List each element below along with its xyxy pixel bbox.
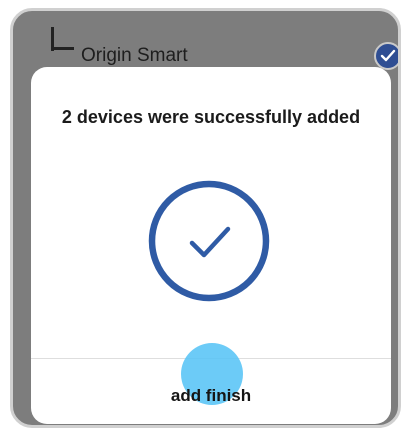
dialog-title: 2 devices were successfully added — [61, 107, 361, 127]
add-finish-button[interactable]: add finish — [31, 343, 391, 424]
success-dialog: 2 devices were successfully added add fi… — [31, 67, 391, 424]
device-name: Origin Smart — [81, 45, 188, 66]
selected-check-icon[interactable] — [374, 42, 398, 70]
device-glyph-icon — [49, 27, 75, 53]
add-finish-label: add finish — [170, 386, 252, 405]
check-circle-icon — [147, 179, 271, 303]
